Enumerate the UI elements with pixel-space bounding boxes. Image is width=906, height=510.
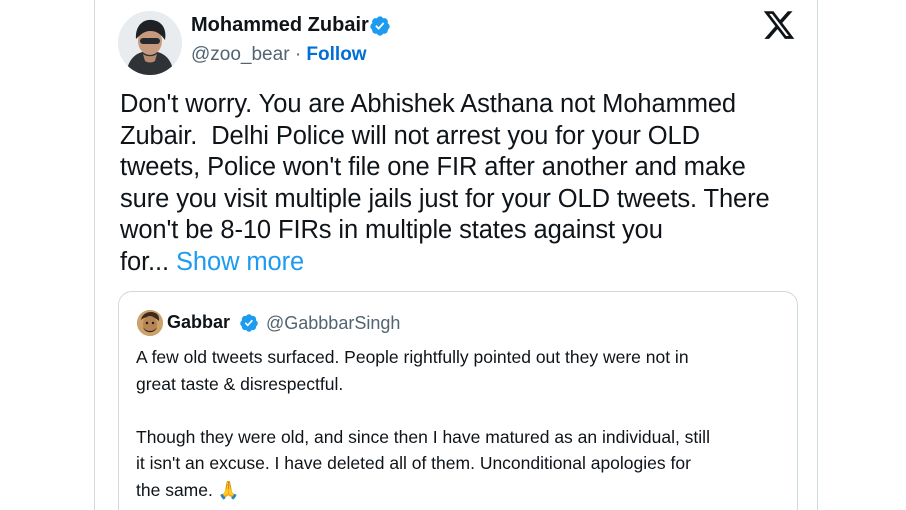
quoted-tweet-card[interactable]: Gabbar @GabbbarSingh A few old tweets su… bbox=[118, 291, 798, 510]
follow-button[interactable]: Follow bbox=[306, 44, 366, 65]
tweet-text-line: Don't worry. You are Abhishek Asthana no… bbox=[120, 90, 737, 118]
tweet-text-line: Zubair. Delhi Police will not arrest you… bbox=[120, 121, 700, 150]
tweet-text-line: sure you visit multiple jails just for y… bbox=[120, 184, 770, 213]
quoted-author-avatar[interactable] bbox=[137, 310, 163, 336]
folded-hands-emoji: 🙏 bbox=[217, 480, 240, 501]
tweet-text-line: for... bbox=[120, 247, 170, 276]
quoted-text-line: the same. bbox=[136, 479, 213, 500]
x-logo-icon[interactable] bbox=[762, 8, 796, 42]
avatar-image bbox=[118, 11, 182, 75]
quoted-text-line: great taste & disrespectful. bbox=[136, 373, 344, 394]
tweet-text-line: won't be 8-10 FIRs in multiple states ag… bbox=[120, 216, 663, 244]
quoted-avatar-image bbox=[137, 310, 163, 336]
tweet-text-line: tweets, Police won't file one FIR after … bbox=[120, 153, 746, 181]
handle-separator: · bbox=[294, 44, 302, 65]
author-avatar[interactable] bbox=[118, 11, 182, 75]
tweet-last-line: for... Show more bbox=[120, 247, 810, 279]
quoted-last-line: the same. 🙏 bbox=[136, 477, 786, 505]
quoted-text-line: Though they were old, and since then I h… bbox=[136, 426, 710, 447]
tweet-body: Don't worry. You are Abhishek Asthana no… bbox=[120, 89, 810, 278]
verified-badge-icon bbox=[370, 16, 390, 36]
author-handle[interactable]: @zoo_bear bbox=[191, 44, 290, 65]
verified-badge-icon bbox=[240, 314, 258, 332]
quoted-author-handle[interactable]: @GabbbarSingh bbox=[266, 313, 400, 334]
quoted-author-name[interactable]: Gabbar bbox=[167, 312, 230, 333]
page: Mohammed Zubair @zoo_bear · Follow Don't… bbox=[0, 0, 906, 510]
author-name[interactable]: Mohammed Zubair bbox=[191, 14, 369, 37]
quoted-text-line: A few old tweets surfaced. People rightf… bbox=[136, 347, 689, 367]
quoted-text-line: it isn't an excuse. I have deleted all o… bbox=[136, 453, 691, 473]
quoted-tweet-body: A few old tweets surfaced. People rightf… bbox=[136, 344, 786, 504]
show-more-link[interactable]: Show more bbox=[176, 248, 304, 276]
author-handle-line: @zoo_bear · Follow bbox=[191, 44, 367, 66]
